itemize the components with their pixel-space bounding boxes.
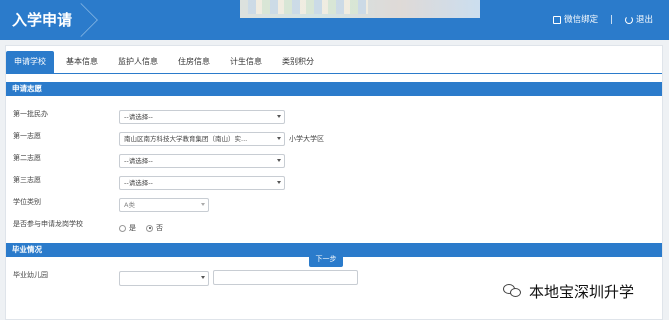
tab-category-points[interactable]: 类别积分	[274, 51, 322, 73]
wechat-logo-icon	[503, 283, 523, 299]
watermark: 本地宝深圳升学	[503, 280, 634, 302]
label-second-choice: 第二志愿	[13, 154, 41, 162]
select-second-choice-value: --请选择--	[124, 157, 153, 165]
radio-yes-label: 是	[129, 224, 136, 232]
top-header-bar: 入学申请 微信绑定 | 退出	[0, 0, 669, 40]
section-header-application: 申请志愿	[6, 82, 662, 96]
select-third-choice[interactable]: --请选择--	[119, 176, 285, 190]
tab-apply-school[interactable]: 申请学校	[6, 51, 54, 73]
label-kindergarten: 毕业幼儿园	[13, 271, 48, 279]
radio-no[interactable]: 否	[146, 223, 163, 233]
radio-no-circle	[146, 224, 153, 232]
label-first-batch-private: 第一批民办	[13, 110, 48, 118]
radio-no-label: 否	[156, 224, 163, 232]
select-kindergarten[interactable]	[119, 271, 209, 286]
watermark-text: 本地宝深圳升学	[529, 282, 635, 301]
select-first-batch-private[interactable]: --请选择--	[119, 110, 285, 124]
chevron-down-icon	[201, 276, 205, 279]
chevron-down-icon	[277, 115, 281, 118]
chevron-down-icon	[201, 203, 205, 206]
tab-housing-info[interactable]: 住房信息	[170, 51, 218, 73]
tab-basic-info[interactable]: 基本信息	[58, 51, 106, 73]
power-icon	[624, 15, 633, 24]
select-first-choice-value: 南山区南方科技大学教育集团（南山）实...	[124, 135, 248, 143]
select-degree-category[interactable]: A类	[119, 198, 209, 212]
chevron-down-icon	[277, 159, 281, 162]
select-degree-category-value: A类	[124, 201, 135, 209]
select-first-choice[interactable]: 南山区南方科技大学教育集团（南山）实...	[119, 132, 285, 146]
tab-underline	[6, 73, 662, 74]
select-third-choice-value: --请选择--	[124, 179, 153, 187]
select-second-choice[interactable]: --请选择--	[119, 154, 285, 168]
wechat-bind-link[interactable]: 微信绑定	[553, 0, 598, 40]
tab-family-planning-info[interactable]: 计生信息	[222, 51, 270, 73]
radio-yes-circle	[119, 224, 126, 232]
next-step-button[interactable]: 下一步	[309, 252, 343, 267]
tab-guardian-info[interactable]: 监护人信息	[110, 51, 166, 73]
label-first-choice: 第一志愿	[13, 132, 41, 140]
logout-label: 退出	[635, 15, 653, 25]
header-actions: 微信绑定 | 退出	[553, 0, 653, 40]
page-title: 入学申请	[12, 11, 73, 29]
logout-link[interactable]: 退出	[624, 0, 653, 40]
district-note: 小学大学区	[289, 135, 324, 143]
wechat-bind-label: 微信绑定	[564, 15, 599, 25]
label-degree-category: 学位类别	[13, 198, 41, 206]
label-third-choice: 第三志愿	[13, 176, 41, 184]
label-longgang-school: 是否参与申请龙岗学校	[13, 220, 83, 228]
chevron-down-icon	[277, 137, 281, 140]
header-divider: |	[610, 15, 613, 25]
kindergarten-name-input[interactable]	[213, 270, 358, 285]
form-tabs: 申请学校 基本信息 监护人信息 住房信息 计生信息 类别积分	[6, 51, 322, 73]
radio-yes[interactable]: 是	[119, 223, 136, 233]
select-first-batch-private-value: --请选择--	[124, 113, 153, 121]
wechat-icon	[553, 15, 562, 24]
application-form-card: 申请学校 基本信息 监护人信息 住房信息 计生信息 类别积分 申请志愿 第一批民…	[5, 45, 663, 320]
chevron-down-icon	[277, 181, 281, 184]
header-illustration-books	[248, 0, 368, 14]
